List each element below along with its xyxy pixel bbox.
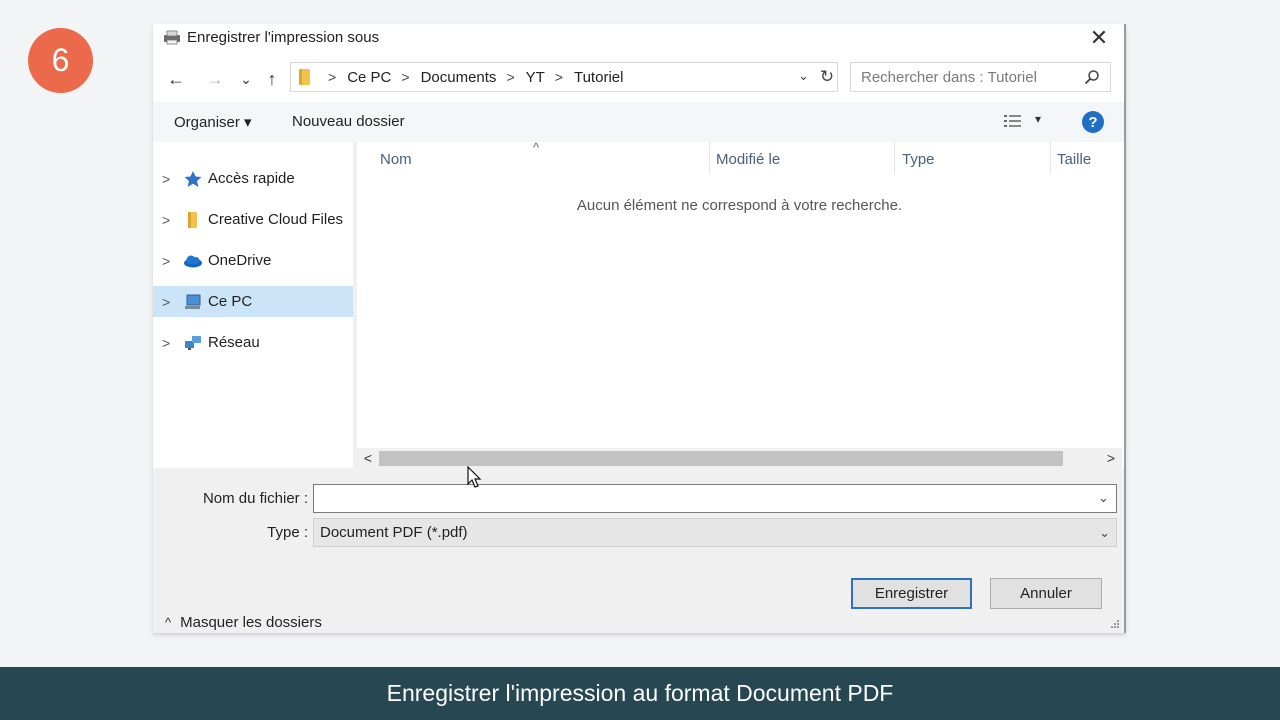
search-placeholder: Rechercher dans : Tutoriel	[861, 68, 1037, 86]
sidebar-item-network[interactable]: > Réseau	[153, 327, 353, 358]
title-bar: Enregistrer l'impression sous ✕	[153, 24, 1124, 52]
filename-label: Nom du fichier :	[202, 490, 308, 507]
folder-icon	[188, 211, 197, 228]
refresh-icon: ↻	[819, 67, 835, 86]
column-header-size[interactable]: Taille	[1057, 151, 1091, 168]
sidebar-item-label: Ce PC	[208, 293, 253, 310]
column-separator[interactable]	[1050, 142, 1051, 174]
close-icon: ✕	[1089, 25, 1109, 50]
dialog-title: Enregistrer l'impression sous	[187, 29, 380, 46]
scroll-left-button[interactable]: <	[359, 448, 377, 468]
file-type-select[interactable]: Document PDF (*.pdf) ⌄	[313, 518, 1117, 547]
arrow-up-icon: ↑	[267, 68, 277, 89]
navigation-pane: > Accès rapide > Creative Cloud Files > …	[153, 142, 353, 468]
expand-chevron-icon[interactable]: >	[162, 212, 170, 228]
new-folder-button[interactable]: Nouveau dossier	[292, 113, 405, 130]
breadcrumb: > Ce PC > Documents > YT > Tutoriel	[318, 69, 623, 86]
arrow-right-icon: →	[206, 68, 224, 89]
chevron-down-icon: ⌄	[240, 70, 252, 87]
scrollbar-thumb[interactable]	[379, 451, 1063, 466]
help-icon[interactable]: ?	[1082, 111, 1104, 133]
breadcrumb-item-tutoriel[interactable]: Tutoriel	[574, 69, 623, 86]
address-bar[interactable]: > Ce PC > Documents > YT > Tutoriel ⌄	[290, 62, 838, 92]
horizontal-scrollbar[interactable]: < >	[357, 448, 1122, 468]
recent-locations-button[interactable]: ⌄	[233, 66, 259, 92]
close-button[interactable]: ✕	[1084, 24, 1114, 52]
scroll-right-button[interactable]: >	[1102, 448, 1120, 468]
network-icon	[185, 335, 201, 350]
column-separator[interactable]	[894, 142, 895, 174]
search-icon	[1084, 70, 1099, 85]
caption-text: Enregistrer l'impression au format Docum…	[386, 680, 894, 706]
arrow-left-icon: ←	[167, 68, 185, 89]
file-list[interactable]: ^ Nom Modifié le Type Taille Aucun éléme…	[357, 140, 1122, 448]
hide-folders-button[interactable]: ^ Masquer les dossiers	[165, 614, 322, 631]
save-dialog: Enregistrer l'impression sous ✕ ← → ⌄ ↑ …	[153, 24, 1126, 633]
step-number-badge: 6	[28, 28, 93, 93]
column-header-name[interactable]: Nom	[380, 151, 412, 168]
computer-icon	[185, 294, 201, 309]
search-input[interactable]: Rechercher dans : Tutoriel	[850, 62, 1111, 92]
sidebar-item-label: Accès rapide	[208, 170, 295, 187]
sidebar-item-creative-cloud[interactable]: > Creative Cloud Files	[153, 204, 353, 235]
expand-chevron-icon[interactable]: >	[162, 294, 170, 310]
command-bar: Organiser ▾ Nouveau dossier ▾ ?	[153, 102, 1124, 142]
up-button[interactable]: ↑	[259, 66, 285, 92]
expand-chevron-icon[interactable]: >	[162, 171, 170, 187]
sidebar-item-onedrive[interactable]: > OneDrive	[153, 245, 353, 276]
column-header-type[interactable]: Type	[902, 151, 935, 168]
address-row: ← → ⌄ ↑ > Ce PC > Documents > YT > Tutor…	[153, 62, 1124, 96]
save-options-panel: Nom du fichier : ⌄ Type : Document PDF (…	[153, 468, 1124, 633]
expand-chevron-icon[interactable]: >	[162, 335, 170, 351]
column-header-modified[interactable]: Modifié le	[716, 151, 780, 168]
save-button[interactable]: Enregistrer	[851, 578, 972, 609]
cloud-icon	[184, 255, 202, 267]
organize-button[interactable]: Organiser ▾	[174, 113, 252, 131]
printer-icon	[164, 30, 180, 45]
sidebar-item-label: Réseau	[208, 334, 260, 351]
folder-icon	[299, 69, 310, 85]
sort-ascending-icon: ^	[533, 140, 540, 155]
column-separator[interactable]	[709, 142, 710, 174]
chevron-up-icon: ^	[165, 615, 172, 630]
sidebar-item-label: OneDrive	[208, 252, 272, 269]
breadcrumb-separator[interactable]: >	[401, 69, 409, 85]
view-options-dropdown[interactable]: ▾	[1035, 112, 1041, 126]
back-button[interactable]: ←	[163, 66, 189, 92]
mouse-cursor-icon	[467, 466, 482, 488]
hide-folders-label: Masquer les dossiers	[180, 614, 322, 631]
expand-chevron-icon[interactable]: >	[162, 253, 170, 269]
file-type-value: Document PDF (*.pdf)	[320, 524, 468, 541]
sidebar-item-quick-access[interactable]: > Accès rapide	[153, 163, 353, 194]
breadcrumb-separator: >	[328, 69, 337, 85]
breadcrumb-item-yt[interactable]: YT	[526, 69, 545, 86]
sidebar-item-label: Creative Cloud Files	[208, 211, 344, 228]
empty-results-message: Aucun élément ne correspond à votre rech…	[576, 197, 903, 214]
star-icon	[184, 170, 202, 187]
chevron-down-icon: ⌄	[1099, 525, 1110, 540]
forward-button[interactable]: →	[202, 66, 228, 92]
cancel-button[interactable]: Annuler	[990, 578, 1102, 609]
address-dropdown-button[interactable]: ⌄	[798, 68, 809, 84]
type-label: Type :	[267, 524, 308, 541]
resize-grip-icon[interactable]	[1110, 619, 1120, 629]
filename-dropdown-button[interactable]: ⌄	[1098, 490, 1109, 506]
filename-field[interactable]	[313, 484, 1117, 513]
view-details-icon[interactable]	[1003, 113, 1023, 131]
caption-bar: Enregistrer l'impression au format Docum…	[0, 667, 1280, 720]
breadcrumb-separator[interactable]: >	[555, 69, 563, 85]
refresh-button[interactable]: ↻	[816, 62, 838, 92]
breadcrumb-separator[interactable]: >	[506, 69, 514, 85]
breadcrumb-item-ce-pc[interactable]: Ce PC	[347, 69, 391, 86]
chevron-down-icon: ⌄	[1098, 490, 1109, 505]
sidebar-item-this-pc[interactable]: > Ce PC	[153, 286, 353, 317]
chevron-down-icon: ⌄	[798, 68, 809, 83]
breadcrumb-item-documents[interactable]: Documents	[421, 69, 497, 86]
